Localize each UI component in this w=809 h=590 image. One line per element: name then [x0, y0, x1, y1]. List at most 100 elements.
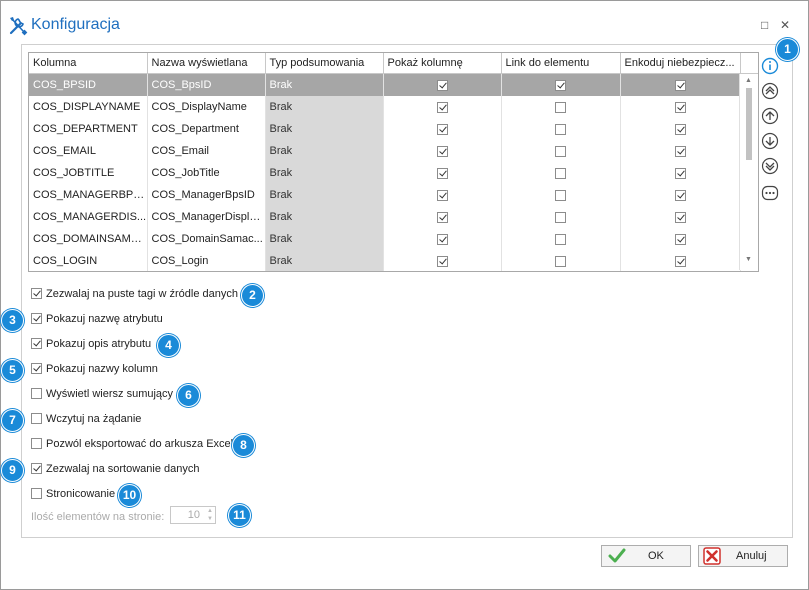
- grid-checkbox[interactable]: [436, 123, 448, 135]
- grid-checkbox[interactable]: [555, 211, 566, 223]
- grid-checkbox[interactable]: [555, 101, 566, 113]
- option-checkbox[interactable]: [31, 363, 42, 374]
- table-row[interactable]: COS_DOMAINSAMA... COS_DomainSamac... Brak: [29, 228, 741, 250]
- more-icon[interactable]: [761, 184, 779, 202]
- option-2[interactable]: Pokazuj nazwę atrybutu: [31, 313, 163, 327]
- move-up-icon[interactable]: [761, 107, 779, 125]
- option-checkbox[interactable]: [31, 313, 42, 324]
- grid-checkbox[interactable]: [436, 189, 448, 201]
- grid-checkbox[interactable]: [555, 189, 566, 201]
- column-header[interactable]: Typ podsumowania: [265, 53, 384, 74]
- grid-checkbox[interactable]: [555, 233, 566, 245]
- grid-cell: [501, 206, 621, 228]
- grid-cell: [501, 228, 621, 250]
- grid-header: Kolumna Nazwa wyświetlana Typ podsumowania…: [29, 53, 741, 74]
- info-icon[interactable]: [761, 57, 779, 75]
- grid-checkbox[interactable]: [555, 167, 566, 179]
- scroll-down-arrow[interactable]: ▼: [745, 256, 752, 263]
- grid-cell-nazwa: COS_JobTitle: [147, 162, 266, 184]
- grid-cell: [620, 96, 741, 118]
- grid-checkbox[interactable]: [436, 101, 448, 113]
- grid-checkbox[interactable]: [436, 255, 448, 267]
- option-label: Zezwalaj na puste tagi w źródle danych: [46, 288, 238, 300]
- grid-checkbox[interactable]: [674, 233, 686, 245]
- table-row[interactable]: COS_MANAGERBPSID COS_ManagerBpsID Brak: [29, 184, 741, 206]
- option-checkbox[interactable]: [31, 438, 42, 449]
- items-per-page-spinner[interactable]: 10 ▲ ▼: [170, 506, 216, 524]
- grid-cell: [620, 228, 741, 250]
- grid-checkbox[interactable]: [674, 79, 686, 91]
- grid-checkbox[interactable]: [436, 79, 448, 91]
- move-bottom-icon[interactable]: [761, 157, 779, 175]
- option-1[interactable]: Zezwalaj na puste tagi w źródle danych: [31, 288, 238, 302]
- ok-button[interactable]: OK: [601, 545, 691, 567]
- grid-checkbox[interactable]: [436, 167, 448, 179]
- column-header[interactable]: Link do elementu: [501, 53, 621, 74]
- grid-cell: [501, 96, 621, 118]
- option-checkbox[interactable]: [31, 388, 42, 399]
- table-row[interactable]: COS_LOGIN COS_Login Brak: [29, 250, 741, 271]
- option-7[interactable]: Pozwól eksportować do arkusza Excel: [31, 438, 233, 452]
- option-4[interactable]: Pokazuj nazwy kolumn: [31, 363, 158, 377]
- option-checkbox[interactable]: [31, 463, 42, 474]
- grid-cell-kolumna: COS_DISPLAYNAME: [29, 96, 148, 118]
- grid-cell-nazwa: COS_Email: [147, 140, 266, 162]
- table-row[interactable]: COS_JOBTITLE COS_JobTitle Brak: [29, 162, 741, 184]
- option-8[interactable]: Zezwalaj na sortowanie danych: [31, 463, 199, 477]
- table-row[interactable]: COS_DEPARTMENT COS_Department Brak: [29, 118, 741, 140]
- grid-checkbox[interactable]: [674, 255, 686, 267]
- option-checkbox[interactable]: [31, 338, 42, 349]
- grid-checkbox[interactable]: [674, 167, 686, 179]
- grid-checkbox[interactable]: [555, 123, 566, 135]
- grid-checkbox[interactable]: [436, 233, 448, 245]
- move-top-icon[interactable]: [761, 82, 779, 100]
- grid-cell-kolumna: COS_LOGIN: [29, 250, 148, 271]
- option-checkbox[interactable]: [31, 288, 42, 299]
- grid-checkbox[interactable]: [674, 211, 686, 223]
- table-row[interactable]: COS_EMAIL COS_Email Brak: [29, 140, 741, 162]
- grid-checkbox[interactable]: [674, 123, 686, 135]
- column-header[interactable]: Enkoduj niebezpiecz...: [620, 53, 741, 74]
- grid-checkbox[interactable]: [555, 255, 566, 267]
- grid-checkbox[interactable]: [555, 79, 566, 91]
- table-row[interactable]: COS_DISPLAYNAME COS_DisplayName Brak: [29, 96, 741, 118]
- column-header[interactable]: Kolumna: [29, 53, 148, 74]
- maximize-button[interactable]: □: [761, 19, 768, 31]
- grid-checkbox[interactable]: [436, 145, 448, 157]
- grid-cell: [620, 73, 741, 96]
- grid-checkbox[interactable]: [436, 211, 448, 223]
- grid-checkbox[interactable]: [674, 189, 686, 201]
- callout-badge-5: 5: [1, 359, 24, 382]
- cancel-button[interactable]: Anuluj: [698, 545, 788, 567]
- option-checkbox[interactable]: [31, 488, 42, 499]
- option-5[interactable]: Wyświetl wiersz sumujący: [31, 388, 173, 402]
- items-per-page-value: 10: [187, 509, 200, 521]
- spin-down-arrow[interactable]: ▼: [207, 516, 213, 522]
- option-9[interactable]: Stronicowanie: [31, 488, 115, 502]
- spin-up-arrow[interactable]: ▲: [207, 508, 213, 514]
- close-button[interactable]: ✕: [780, 19, 790, 31]
- grid-cell-kolumna: COS_EMAIL: [29, 140, 148, 162]
- grid-cell-typ: Brak: [265, 250, 384, 271]
- option-checkbox[interactable]: [31, 413, 42, 424]
- columns-grid[interactable]: Kolumna Nazwa wyświetlana Typ podsumowania…: [28, 52, 759, 272]
- option-3[interactable]: Pokazuj opis atrybutu: [31, 338, 151, 352]
- grid-checkbox[interactable]: [674, 101, 686, 113]
- callout-badge-9: 9: [1, 459, 24, 482]
- grid-cell-typ: Brak: [265, 96, 384, 118]
- grid-cell: [383, 162, 502, 184]
- column-header[interactable]: Pokaż kolumnę: [383, 53, 502, 74]
- column-header[interactable]: Nazwa wyświetlana: [147, 53, 266, 74]
- scroll-up-arrow[interactable]: ▲: [745, 77, 752, 84]
- grid-scrollbar[interactable]: ▲ ▼: [739, 74, 758, 270]
- table-row[interactable]: COS_MANAGERDIS... COS_ManagerDispla... Bra…: [29, 206, 741, 228]
- grid-cell-nazwa: COS_DomainSamac...: [147, 228, 266, 250]
- grid-cell-nazwa: COS_DisplayName: [147, 96, 266, 118]
- table-row[interactable]: COS_BPSID COS_BpsID Brak: [29, 73, 741, 96]
- grid-checkbox[interactable]: [555, 145, 566, 157]
- scroll-thumb[interactable]: [746, 88, 752, 160]
- grid-cell-typ: Brak: [265, 206, 384, 228]
- option-6[interactable]: Wczytuj na żądanie: [31, 413, 141, 427]
- move-down-icon[interactable]: [761, 132, 779, 150]
- grid-checkbox[interactable]: [674, 145, 686, 157]
